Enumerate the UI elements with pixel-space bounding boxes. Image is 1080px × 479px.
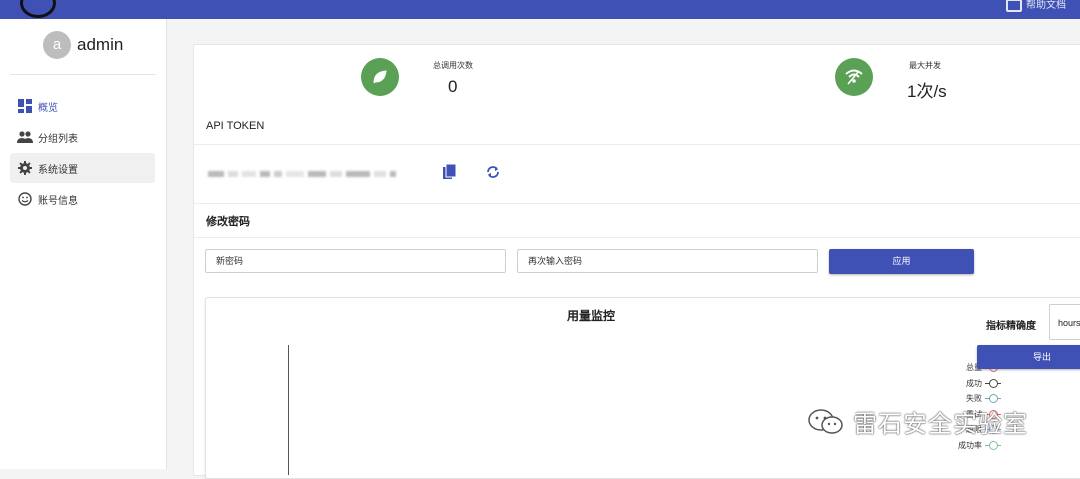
- sidebar-item-overview[interactable]: 概览: [10, 91, 155, 121]
- watermark-text: 雷石安全实验室: [853, 411, 1028, 438]
- help-link-label: 帮助文档: [1026, 0, 1066, 11]
- total-calls-label: 总调用次数: [433, 61, 473, 70]
- api-token-value: [208, 171, 400, 177]
- divider: [194, 237, 1080, 238]
- sidebar-item-account[interactable]: 账号信息: [10, 184, 155, 214]
- sidebar-item-settings[interactable]: 系统设置: [10, 153, 155, 183]
- people-icon: [17, 129, 33, 145]
- sidebar-divider: [10, 74, 156, 75]
- legend-label: 失败: [966, 394, 982, 403]
- usage-chart-card: 用量监控 总量 成功 失败 重试 超限 成功率 指标精确度 hours 导出: [205, 297, 1080, 479]
- divider: [194, 203, 1080, 204]
- user-profile: a admin: [43, 31, 123, 59]
- max-concurrency-value: 1次/s: [907, 82, 947, 101]
- legend-item[interactable]: 成功率: [958, 440, 1001, 451]
- copy-icon[interactable]: [440, 163, 458, 181]
- gear-icon: [17, 160, 33, 176]
- top-app-bar: 帮助文档: [0, 0, 1080, 19]
- refresh-icon[interactable]: [484, 163, 502, 181]
- legend-marker: [985, 440, 1001, 450]
- legend-item[interactable]: 成功: [966, 378, 1001, 389]
- wechat-icon: [808, 408, 843, 434]
- total-calls-value: 0: [448, 77, 458, 96]
- sidebar-item-label: 概览: [38, 102, 58, 114]
- legend-item[interactable]: 失败: [966, 393, 1001, 404]
- dashboard-icon: [17, 98, 33, 114]
- smiley-icon: [17, 191, 33, 207]
- chart-title: 用量监控: [567, 309, 616, 323]
- chart-y-axis: [288, 345, 289, 475]
- leaf-icon: [361, 58, 399, 96]
- new-password-field[interactable]: 新密码: [205, 249, 506, 273]
- username: admin: [77, 35, 124, 54]
- legend-label: 成功: [966, 378, 982, 388]
- watermark: 雷石安全实验室: [807, 404, 1028, 439]
- export-button[interactable]: 导出: [977, 345, 1080, 369]
- legend-marker: [985, 378, 1001, 388]
- legend-label: 成功率: [958, 440, 982, 450]
- sidebar: a admin 概览 分组列表 系统设置 账号信息: [0, 19, 167, 469]
- precision-label: 指标精确度: [986, 321, 1036, 332]
- divider: [194, 144, 1080, 145]
- legend-marker: [985, 394, 1001, 403]
- book-icon: [1006, 0, 1022, 12]
- sidebar-item-label: 分组列表: [38, 133, 78, 145]
- max-concurrency-label: 最大并发: [909, 61, 941, 70]
- confirm-password-field[interactable]: 再次输入密码: [517, 249, 818, 273]
- sidebar-item-groups[interactable]: 分组列表: [10, 122, 155, 152]
- logo: [20, 0, 56, 18]
- help-link[interactable]: 帮助文档: [1006, 0, 1066, 12]
- api-token-title: API TOKEN: [206, 120, 265, 132]
- precision-select[interactable]: hours: [1049, 304, 1080, 340]
- avatar: a: [43, 31, 71, 59]
- sidebar-item-label: 账号信息: [38, 195, 78, 207]
- change-password-title: 修改密码: [206, 216, 250, 228]
- signal-icon: [835, 58, 873, 96]
- sidebar-item-label: 系统设置: [38, 164, 78, 176]
- apply-button[interactable]: 应用: [829, 249, 974, 274]
